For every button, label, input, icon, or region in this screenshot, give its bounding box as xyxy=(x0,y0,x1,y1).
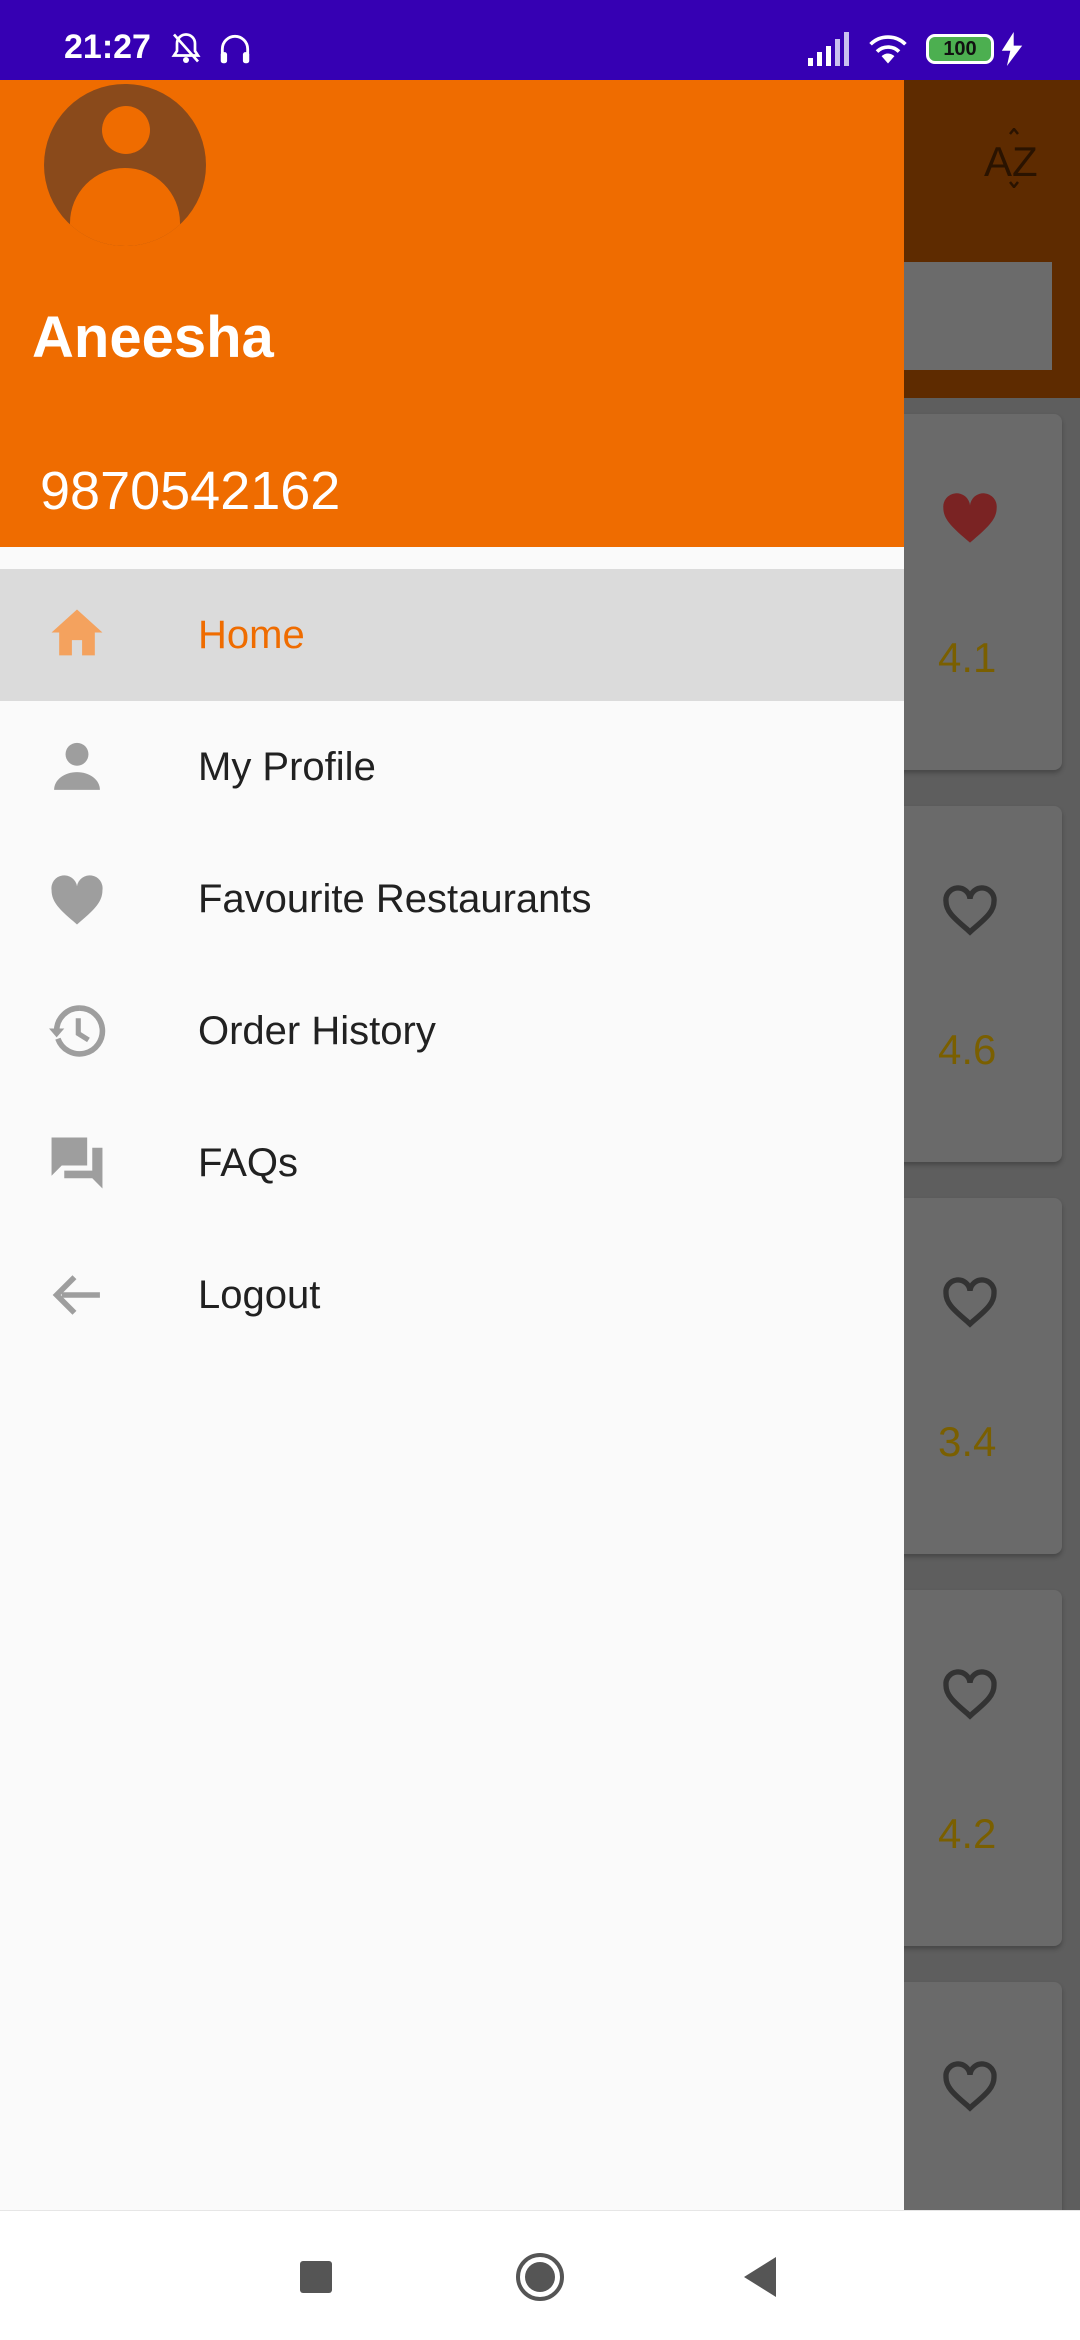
menu-item-home[interactable]: Home xyxy=(0,569,904,701)
menu-item-favourite-restaurants[interactable]: Favourite Restaurants xyxy=(0,833,904,965)
menu-item-label: Favourite Restaurants xyxy=(198,877,592,921)
menu-item-label: Home xyxy=(198,613,305,657)
favourite-outline-icon[interactable] xyxy=(938,2054,1002,2114)
restaurant-rating: 4.2 xyxy=(938,1810,997,1857)
restaurant-rating: 4.1 xyxy=(938,634,997,681)
avatar-body xyxy=(70,168,180,246)
navigation-drawer: Aneesha 9870542162 Home My Profile Favou… xyxy=(0,80,904,2210)
user-name: Aneesha xyxy=(32,305,274,370)
home-button[interactable] xyxy=(510,2247,570,2307)
arrow-back-icon xyxy=(52,1275,100,1315)
menu-item-label: FAQs xyxy=(198,1141,299,1185)
restaurant-card[interactable]: 3.4 xyxy=(880,1198,1062,1554)
sort-az-icon[interactable]: AZ xyxy=(980,126,1048,190)
status-bar: 21:27 100 xyxy=(0,0,1080,80)
avatar[interactable] xyxy=(44,84,206,246)
battery-icon: 100 xyxy=(926,34,994,64)
signal-icon xyxy=(808,32,849,66)
restaurant-card[interactable]: 4.6 xyxy=(880,806,1062,1162)
status-time: 21:27 xyxy=(64,28,151,66)
favourite-outline-icon[interactable] xyxy=(938,1662,1002,1722)
history-icon xyxy=(49,1005,106,1057)
restaurant-card[interactable] xyxy=(880,1982,1062,2210)
user-phone: 9870542162 xyxy=(40,461,341,521)
back-button[interactable] xyxy=(732,2247,792,2307)
favourite-outline-icon[interactable] xyxy=(938,878,1002,938)
favourite-filled-icon[interactable] xyxy=(938,486,1002,546)
wifi-icon xyxy=(869,35,907,64)
background-search-field[interactable] xyxy=(900,262,1052,370)
menu-item-label: Logout xyxy=(198,1273,321,1317)
system-navigation-bar xyxy=(0,2210,1080,2340)
svg-text:AZ: AZ xyxy=(984,138,1038,185)
restaurant-card[interactable]: 4.2 xyxy=(880,1590,1062,1946)
headset-icon xyxy=(220,34,250,64)
heart-icon xyxy=(51,875,103,925)
menu-item-logout[interactable]: Logout xyxy=(0,1229,904,1361)
restaurant-card[interactable]: 4.1 xyxy=(880,414,1062,770)
restaurant-rating: 4.6 xyxy=(938,1026,997,1073)
menu-item-label: My Profile xyxy=(198,745,376,789)
restaurant-rating: 3.4 xyxy=(938,1418,997,1465)
menu-item-label: Order History xyxy=(198,1009,436,1053)
menu-item-order-history[interactable]: Order History xyxy=(0,965,904,1097)
avatar-head xyxy=(102,106,150,154)
chat-icon xyxy=(51,1137,103,1189)
battery-level: 100 xyxy=(943,38,977,60)
menu-item-faqs[interactable]: FAQs xyxy=(0,1097,904,1229)
mute-bell-icon xyxy=(171,33,201,63)
drawer-menu: Home My Profile Favourite Restaurants Or… xyxy=(0,569,904,1361)
menu-item-my-profile[interactable]: My Profile xyxy=(0,701,904,833)
charging-icon xyxy=(1001,32,1023,66)
person-icon xyxy=(54,742,100,790)
home-icon xyxy=(51,609,103,656)
favourite-outline-icon[interactable] xyxy=(938,1270,1002,1330)
recents-button[interactable] xyxy=(286,2247,346,2307)
drawer-header: Aneesha 9870542162 xyxy=(0,80,904,547)
